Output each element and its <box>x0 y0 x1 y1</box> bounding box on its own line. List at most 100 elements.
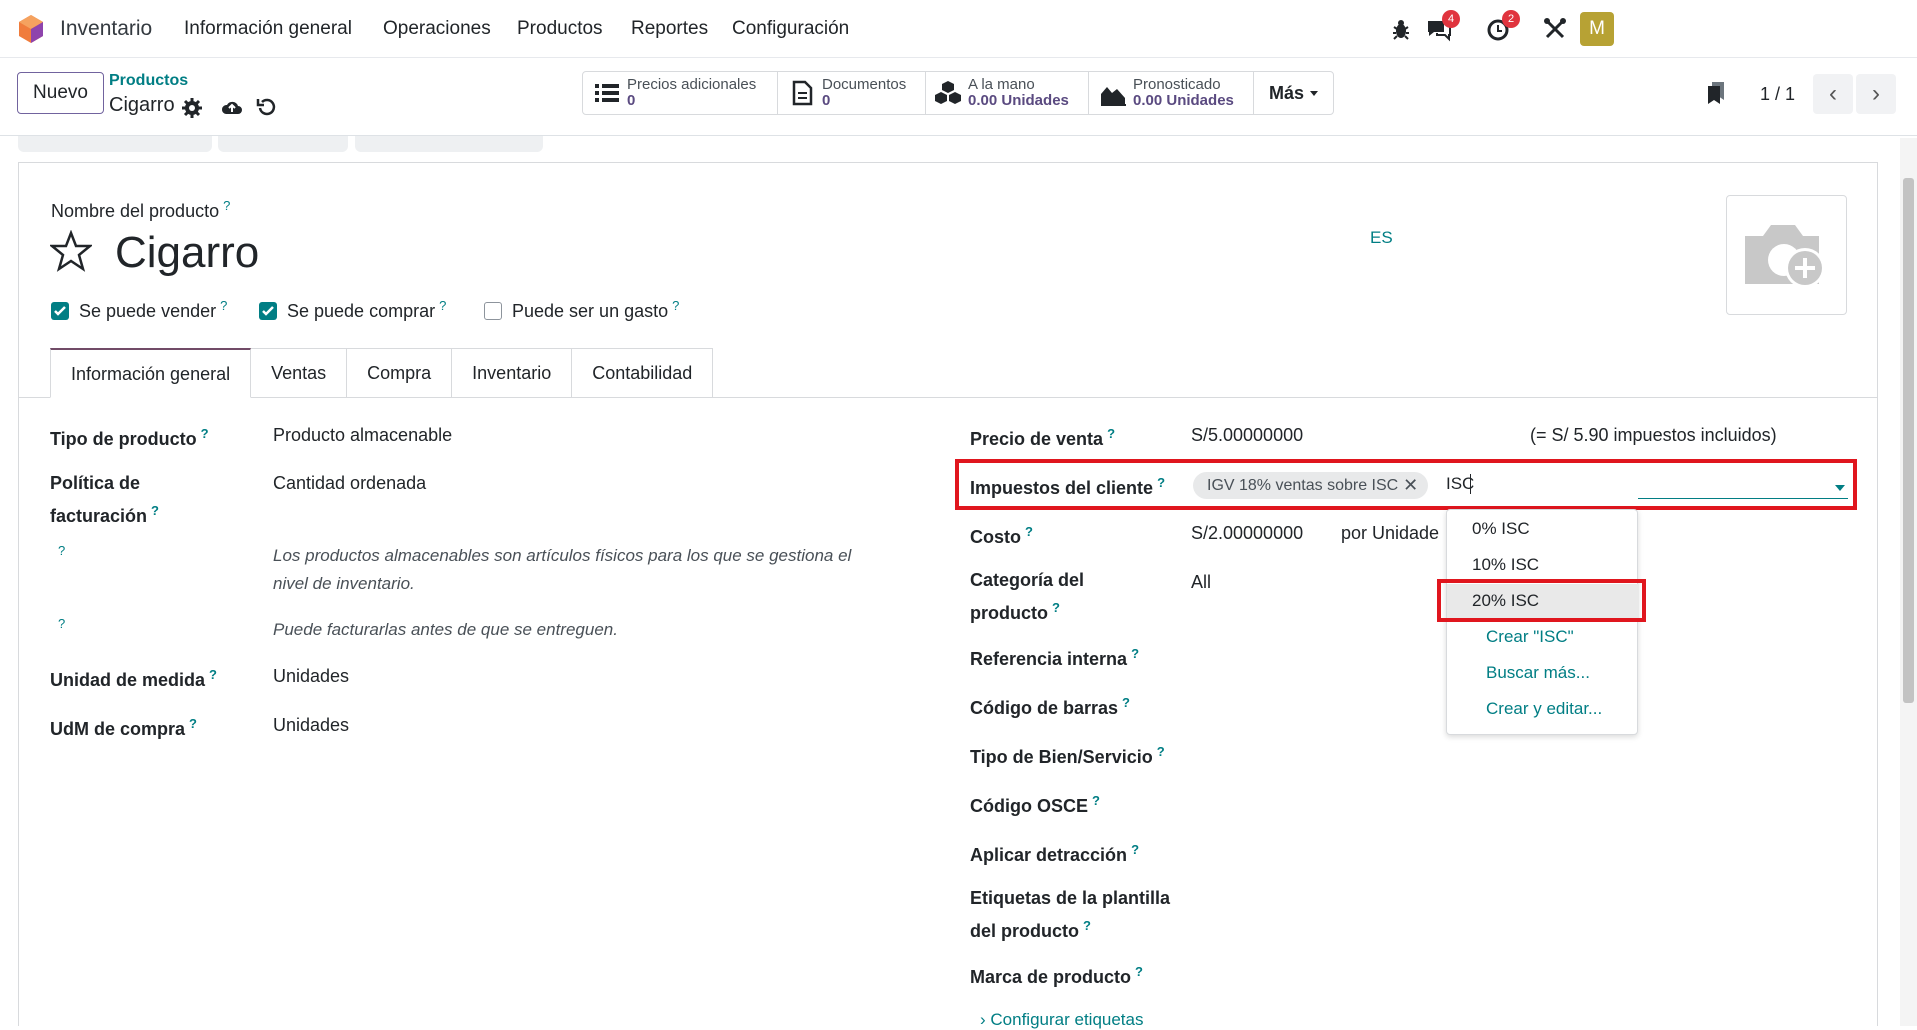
product-name-input[interactable]: Cigarro <box>115 228 259 278</box>
categoria-label-line2: producto? <box>970 600 1060 623</box>
udm-compra-value[interactable]: Unidades <box>273 715 349 736</box>
more-label: Más <box>1268 82 1304 103</box>
configurar-etiquetas-link[interactable]: › Configurar etiquetas <box>980 1010 1143 1030</box>
help-icon[interactable]: ? <box>58 543 65 558</box>
categoria-value[interactable]: All <box>1191 572 1211 593</box>
pager-next-button[interactable]: › <box>1856 74 1896 114</box>
tipo-hint-text: Los productos almacenables son artículos… <box>273 546 852 565</box>
tools-icon[interactable] <box>1540 14 1570 44</box>
product-name-label: Nombre del producto? <box>51 198 231 221</box>
dropdown-option-0-isc[interactable]: 0% ISC <box>1447 512 1639 546</box>
smart-mas-dropdown[interactable]: Más <box>1254 72 1333 114</box>
statusbar-fragment <box>18 136 212 152</box>
tab-ventas[interactable]: Ventas <box>251 348 348 398</box>
menu-configuracion[interactable]: Configuración <box>732 18 849 40</box>
tab-contabilidad[interactable]: Contabilidad <box>572 348 714 398</box>
costo-input[interactable]: S/2.00000000 <box>1191 523 1303 544</box>
app-logo-icon[interactable] <box>18 14 44 44</box>
politica-facturacion-label: Política de <box>50 473 141 493</box>
tipo-bien-servicio-label: Tipo de Bien/Servicio? <box>970 744 1165 767</box>
discard-undo-icon[interactable] <box>255 95 279 119</box>
can-be-expensed-label: Puede ser un gasto? <box>512 298 680 321</box>
document-icon <box>792 80 813 106</box>
remove-tag-icon[interactable]: ✕ <box>1403 472 1418 499</box>
statusbar-fragment <box>218 136 348 152</box>
referencia-interna-label: Referencia interna? <box>970 646 1140 669</box>
smart-precios-adicionales[interactable]: Precios adicionales 0 <box>583 72 778 114</box>
language-toggle[interactable]: ES <box>1370 228 1393 248</box>
menu-productos[interactable]: Productos <box>517 18 603 40</box>
highlight-box-20-isc <box>1437 579 1646 622</box>
gear-icon[interactable] <box>180 96 204 120</box>
politica-facturacion-label-line2: facturación? <box>50 503 159 526</box>
app-name[interactable]: Inventario <box>60 17 152 41</box>
tipo-hint-text-line2: nivel de inventario. <box>273 574 415 593</box>
favorite-star-icon[interactable] <box>50 230 92 272</box>
new-button[interactable]: Nuevo <box>17 72 104 114</box>
activity-clock-icon[interactable]: 2 <box>1484 10 1520 44</box>
udm-value[interactable]: Unidades <box>273 666 349 687</box>
dropdown-option-10-isc[interactable]: 10% ISC <box>1447 548 1639 582</box>
user-avatar[interactable]: M <box>1580 12 1614 46</box>
aplicar-detraccion-label: Aplicar detracción? <box>970 842 1140 865</box>
scrollbar-thumb[interactable] <box>1903 178 1914 703</box>
tax-tag-label: IGV 18% ventas sobre ISC <box>1207 477 1399 494</box>
udm-label: Unidad de medida? <box>50 667 217 690</box>
udm-compra-label: UdM de compra? <box>50 716 197 739</box>
precio-venta-input[interactable]: S/5.00000000 <box>1191 425 1303 446</box>
product-image-upload[interactable] <box>1726 195 1847 315</box>
menu-reportes[interactable]: Reportes <box>631 18 708 40</box>
caret-down-icon <box>1310 90 1318 96</box>
tax-tag-igv[interactable]: IGV 18% ventas sobre ISC ✕ <box>1193 472 1429 499</box>
chat-badge: 4 <box>1442 10 1460 28</box>
tipo-producto-label: Tipo de producto? <box>50 426 209 449</box>
smart-label: A la mano <box>968 76 1035 93</box>
tax-autocomplete-dropdown: 0% ISC 10% ISC 20% ISC Crear "ISC" Busca… <box>1446 509 1639 735</box>
text-caret <box>1470 474 1471 494</box>
dropdown-arrow-icon[interactable] <box>1835 485 1845 491</box>
bookmark-icon[interactable] <box>1705 80 1727 106</box>
can-sell-label: Se puede vender? <box>79 298 228 321</box>
breadcrumb-current: Cigarro <box>109 94 175 116</box>
smart-a-la-mano[interactable]: A la mano 0.00 Unidades <box>926 72 1089 114</box>
can-purchase-checkbox[interactable] <box>259 302 277 320</box>
menu-informacion-general[interactable]: Información general <box>184 18 352 40</box>
can-purchase-label: Se puede comprar? <box>287 298 447 321</box>
tab-divider <box>18 397 1878 398</box>
precio-impuestos-incluidos: (= S/ 5.90 impuestos incluidos) <box>1530 425 1777 445</box>
tab-informacion-general[interactable]: Información general <box>50 348 252 398</box>
impuestos-cliente-label: Impuestos del cliente? <box>970 475 1166 498</box>
tab-compra[interactable]: Compra <box>347 348 453 398</box>
codigo-barras-label: Código de barras? <box>970 695 1130 718</box>
etiquetas-plantilla-label-line2: del producto? <box>970 918 1091 941</box>
check-icon <box>262 306 274 316</box>
smart-documentos[interactable]: Documentos 0 <box>778 72 926 114</box>
categoria-label: Categoría del <box>970 570 1085 590</box>
can-be-expensed-checkbox[interactable] <box>484 302 502 320</box>
cloud-upload-icon[interactable] <box>220 95 244 119</box>
chevron-left-icon: ‹ <box>1829 80 1837 107</box>
dropdown-create-edit[interactable]: Crear y editar... <box>1447 692 1639 726</box>
dropdown-create-isc[interactable]: Crear "ISC" <box>1447 620 1639 654</box>
pager-value[interactable]: 1 / 1 <box>1760 84 1795 105</box>
menu-operaciones[interactable]: Operaciones <box>383 18 491 40</box>
chat-icon[interactable]: 4 <box>1424 10 1460 44</box>
politica-facturacion-value[interactable]: Cantidad ordenada <box>273 473 426 494</box>
pager-previous-button[interactable]: ‹ <box>1813 74 1853 114</box>
check-icon <box>54 306 66 316</box>
notebook-tabs: Información general Ventas Compra Invent… <box>50 348 714 398</box>
dropdown-search-more[interactable]: Buscar más... <box>1447 656 1639 690</box>
help-icon[interactable]: ? <box>58 616 65 631</box>
smart-value: 0.00 Unidades <box>1133 92 1234 109</box>
tab-inventario[interactable]: Inventario <box>452 348 573 398</box>
can-sell-checkbox[interactable] <box>51 302 69 320</box>
breadcrumb-productos[interactable]: Productos <box>109 72 188 90</box>
smart-pronosticado[interactable]: Pronosticado 0.00 Unidades <box>1089 72 1254 114</box>
tipo-producto-value[interactable]: Producto almacenable <box>273 425 452 446</box>
smart-label: Documentos <box>822 76 907 93</box>
precio-venta-label: Precio de venta? <box>970 426 1116 449</box>
smart-label: Pronosticado <box>1133 76 1221 93</box>
codigo-osce-label: Código OSCE? <box>970 793 1100 816</box>
smart-value: 0 <box>627 92 636 109</box>
bug-icon[interactable] <box>1386 14 1416 44</box>
